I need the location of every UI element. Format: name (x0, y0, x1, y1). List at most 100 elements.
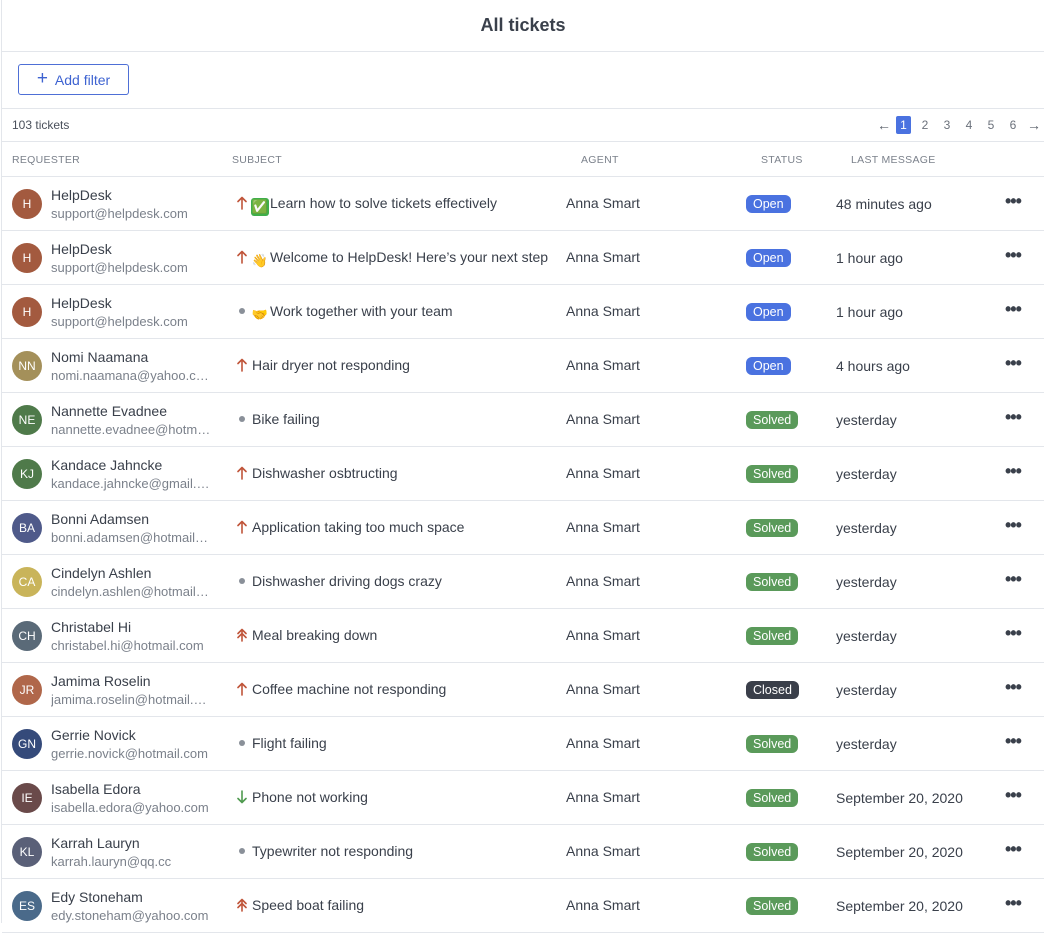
status-badge: Solved (746, 627, 799, 645)
avatar: BA (12, 513, 42, 543)
ticket-row[interactable]: CH Christabel Hi christabel.hi@hotmail.com… (2, 609, 1044, 663)
ticket-row[interactable]: NE Nannette Evadnee nannette.evadnee@hotma… (2, 393, 1044, 447)
requester-name: Jamima Roselin (51, 673, 151, 689)
check-mark-emoji: ✅ (251, 198, 269, 216)
ticket-subject-text: Bike failing (252, 411, 320, 427)
ticket-row[interactable]: KL Karrah Lauryn karrah.lauryn@qq.cc Typewr… (2, 825, 1044, 879)
requester-name: Cindelyn Ashlen (51, 565, 152, 581)
page-title: All tickets (480, 15, 566, 35)
column-header-status[interactable]: STATUS (761, 154, 803, 166)
last-message-time: yesterday (836, 520, 897, 536)
status-badge: Solved (746, 843, 799, 861)
page-5-button[interactable]: 5 (980, 118, 1002, 132)
priority-normal-dot-icon (235, 572, 249, 590)
ticket-row[interactable]: BA Bonni Adamsen bonni.adamsen@hotmail.com… (2, 501, 1044, 555)
ticket-row[interactable]: NN Nomi Naamana nomi.naamana@yahoo.com Hair… (2, 339, 1044, 393)
page-1-button[interactable]: 1 (896, 116, 911, 134)
ticket-subject[interactable]: Flight failing (252, 735, 327, 751)
ticket-subject[interactable]: 🤝 Work together with your team (251, 303, 453, 324)
ticket-subject[interactable]: Application taking too much space (252, 519, 464, 535)
more-options-icon[interactable]: ••• (1005, 785, 1022, 805)
ticket-row[interactable]: IE Isabella Edora isabella.edora@yahoo.com… (2, 771, 1044, 825)
ticket-subject[interactable]: Hair dryer not responding (252, 357, 410, 373)
agent-name: Anna Smart (566, 303, 640, 319)
more-options-icon[interactable]: ••• (1005, 245, 1022, 265)
waving-hand-emoji: 👋 (251, 253, 269, 268)
agent-name: Anna Smart (566, 627, 640, 643)
ticket-row[interactable]: H HelpDesk support@helpdesk.com ✅ Learn how … (2, 177, 1044, 231)
ticket-subject[interactable]: 👋 Welcome to HelpDesk! Here’s your next s… (251, 249, 548, 270)
ticket-row[interactable]: H HelpDesk support@helpdesk.com 🤝 Work toget… (2, 285, 1044, 339)
plus-icon: + (36, 68, 48, 89)
ticket-subject[interactable]: Speed boat failing (252, 897, 364, 913)
requester-name: Edy Stoneham (51, 889, 143, 905)
column-header-agent[interactable]: AGENT (581, 154, 619, 166)
ticket-row[interactable]: GN Gerrie Novick gerrie.novick@hotmail.com… (2, 717, 1044, 771)
ticket-subject[interactable]: ✅ Learn how to solve tickets effectively (251, 195, 497, 216)
more-options-icon[interactable]: ••• (1005, 299, 1022, 319)
last-message-time: September 20, 2020 (836, 790, 963, 806)
add-filter-button[interactable]: + Add filter (18, 64, 129, 95)
requester-email: support@helpdesk.com (51, 314, 188, 329)
priority-high-arrow-icon (235, 194, 249, 212)
more-options-icon[interactable]: ••• (1005, 515, 1022, 535)
status-badge: Open (746, 303, 791, 321)
ticket-count: 103 tickets (12, 118, 70, 132)
more-options-icon[interactable]: ••• (1005, 677, 1022, 697)
ticket-row[interactable]: ES Edy Stoneham edy.stoneham@yahoo.com Spee… (2, 879, 1044, 933)
ticket-subject-text: Typewriter not responding (252, 843, 414, 859)
status-badge: Solved (746, 411, 799, 429)
prev-page-arrow-icon[interactable]: ← (874, 117, 894, 133)
ticket-subject-text: Phone not working (252, 789, 368, 805)
last-message-time: yesterday (836, 682, 897, 698)
ticket-subject-text: Work together with your team (270, 303, 453, 319)
ticket-row[interactable]: CA Cindelyn Ashlen cindelyn.ashlen@hotmail… (2, 555, 1044, 609)
tickets-panel: All tickets + Add filter 103 tickets ← 1… (1, 0, 1044, 933)
ticket-row[interactable]: H HelpDesk support@helpdesk.com 👋 Welcome to… (2, 231, 1044, 285)
tickets-table-body: H HelpDesk support@helpdesk.com ✅ Learn how … (2, 177, 1044, 933)
list-summary-bar: 103 tickets ← 1 2 3 4 5 6 → (2, 109, 1044, 142)
more-options-icon[interactable]: ••• (1005, 461, 1022, 481)
agent-name: Anna Smart (566, 843, 640, 859)
ticket-subject-text: Dishwasher driving dogs crazy (252, 573, 442, 589)
requester-name: Nomi Naamana (51, 349, 149, 365)
more-options-icon[interactable]: ••• (1005, 731, 1022, 751)
priority-high-arrow-icon (235, 464, 249, 482)
avatar: KL (12, 837, 42, 867)
status-badge: Open (746, 357, 791, 375)
ticket-subject[interactable]: Coffee machine not responding (252, 681, 446, 697)
last-message-time: yesterday (836, 412, 897, 428)
requester-name: Nannette Evadnee (51, 403, 167, 419)
status-badge: Solved (746, 897, 799, 915)
ticket-subject[interactable]: Meal breaking down (252, 627, 377, 643)
ticket-subject[interactable]: Dishwasher driving dogs crazy (252, 573, 442, 589)
last-message-time: yesterday (836, 574, 897, 590)
ticket-subject[interactable]: Typewriter not responding (252, 843, 413, 859)
page-4-button[interactable]: 4 (958, 118, 980, 132)
page-6-button[interactable]: 6 (1002, 118, 1024, 132)
more-options-icon[interactable]: ••• (1005, 353, 1022, 373)
ticket-subject[interactable]: Bike failing (252, 411, 320, 427)
priority-normal-dot-icon (235, 842, 249, 860)
column-header-subject[interactable]: SUBJECT (232, 154, 282, 166)
page-2-button[interactable]: 2 (914, 118, 936, 132)
ticket-subject[interactable]: Phone not working (252, 789, 368, 805)
next-page-arrow-icon[interactable]: → (1024, 117, 1044, 133)
requester-email: bonni.adamsen@hotmail.com (51, 530, 211, 545)
more-options-icon[interactable]: ••• (1005, 569, 1022, 589)
filter-bar: + Add filter (2, 52, 1044, 109)
table-header: REQUESTER SUBJECT AGENT STATUS LAST MESS… (2, 142, 1044, 177)
ticket-row[interactable]: KJ Kandace Jahncke kandace.jahncke@gmail.c… (2, 447, 1044, 501)
last-message-time: yesterday (836, 466, 897, 482)
ticket-row[interactable]: JR Jamima Roselin jamima.roselin@hotmail.c… (2, 663, 1044, 717)
more-options-icon[interactable]: ••• (1005, 893, 1022, 913)
column-header-requester[interactable]: REQUESTER (12, 154, 80, 166)
column-header-last-message[interactable]: LAST MESSAGE (851, 154, 936, 166)
agent-name: Anna Smart (566, 357, 640, 373)
more-options-icon[interactable]: ••• (1005, 191, 1022, 211)
more-options-icon[interactable]: ••• (1005, 407, 1022, 427)
page-3-button[interactable]: 3 (936, 118, 958, 132)
more-options-icon[interactable]: ••• (1005, 839, 1022, 859)
more-options-icon[interactable]: ••• (1005, 623, 1022, 643)
ticket-subject[interactable]: Dishwasher osbtructing (252, 465, 398, 481)
